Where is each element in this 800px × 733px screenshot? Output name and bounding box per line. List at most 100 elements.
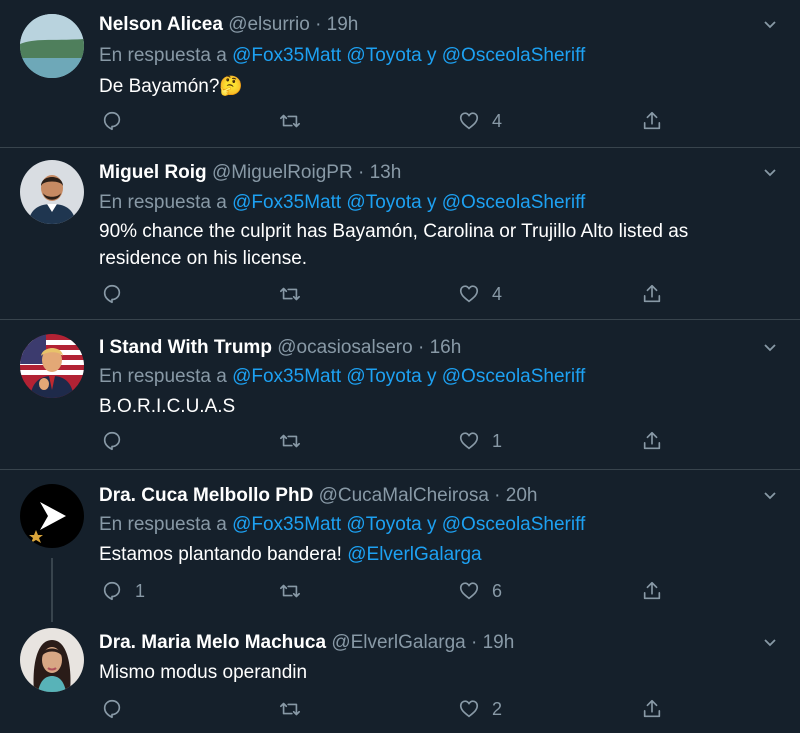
mention-link[interactable]: @OsceolaSheriff bbox=[442, 45, 586, 66]
author-name[interactable]: I Stand With Trump bbox=[99, 337, 272, 358]
tweet[interactable]: Dra. Maria Melo Machuca @ElverlGalarga ·… bbox=[0, 616, 800, 733]
retweet-button[interactable] bbox=[279, 578, 313, 604]
like-button[interactable]: 1 bbox=[458, 428, 502, 454]
share-button[interactable] bbox=[641, 428, 663, 454]
mention-link[interactable]: @OsceolaSheriff bbox=[442, 366, 586, 387]
mention-link[interactable]: @ElverlGalarga bbox=[347, 544, 481, 565]
reply-context: En respuesta a @Fox35Matt @Toyota y @Osc… bbox=[99, 192, 585, 214]
reply-button[interactable] bbox=[101, 696, 135, 722]
avatar[interactable] bbox=[20, 484, 84, 548]
like-count: 2 bbox=[492, 698, 503, 719]
mention-joiner: y bbox=[426, 45, 437, 66]
mention-link[interactable]: @Fox35Matt bbox=[232, 514, 341, 535]
chevron-down-icon[interactable] bbox=[762, 339, 778, 355]
reply-button[interactable] bbox=[101, 428, 135, 454]
chevron-down-icon[interactable] bbox=[762, 487, 778, 503]
avatar[interactable] bbox=[20, 14, 84, 78]
separator-dot: · bbox=[494, 485, 501, 506]
avatar[interactable] bbox=[20, 628, 84, 692]
tweet-time[interactable]: 19h bbox=[327, 14, 359, 35]
reply-prefix: En respuesta a bbox=[99, 366, 227, 387]
reply-button[interactable] bbox=[101, 281, 135, 307]
reply-context: En respuesta a @Fox35Matt @Toyota y @Osc… bbox=[99, 514, 585, 536]
author-name[interactable]: Dra. Cuca Melbollo PhD bbox=[99, 485, 313, 506]
share-icon bbox=[643, 431, 661, 450]
tweet[interactable]: I Stand With Trump @ocasiosalsero · 16h … bbox=[0, 320, 800, 470]
retweet-button[interactable] bbox=[279, 428, 313, 454]
tweet-text: Estamos plantando bandera! @ElverlGalarg… bbox=[99, 541, 759, 568]
tweet[interactable]: Dra. Cuca Melbollo PhD @CucaMalCheirosa … bbox=[0, 470, 800, 616]
tweet-actions: 4 bbox=[101, 281, 681, 307]
like-icon bbox=[459, 432, 479, 450]
reply-prefix: En respuesta a bbox=[99, 45, 227, 66]
mention-link[interactable]: @Toyota bbox=[346, 192, 421, 213]
tweet-text: De Bayamón?🤔 bbox=[99, 73, 759, 100]
tweet[interactable]: Miguel Roig @MiguelRoigPR · 13h En respu… bbox=[0, 148, 800, 320]
author-handle[interactable]: @ElverlGalarga bbox=[331, 632, 465, 653]
avatar[interactable] bbox=[20, 160, 84, 224]
mention-link[interactable]: @Toyota bbox=[346, 45, 421, 66]
share-icon bbox=[643, 581, 661, 600]
tweet-time[interactable]: 19h bbox=[483, 632, 515, 653]
tweet-time[interactable]: 13h bbox=[370, 162, 402, 183]
like-button[interactable]: 4 bbox=[458, 281, 502, 307]
like-count: 4 bbox=[492, 110, 503, 131]
separator-dot: · bbox=[357, 162, 365, 183]
like-button[interactable]: 2 bbox=[458, 696, 502, 722]
tweet-text-body: Estamos plantando bandera! bbox=[99, 544, 342, 565]
tweet-text-body: De Bayamón? bbox=[99, 76, 220, 97]
tweet-text: B.O.R.I.C.U.A.S bbox=[99, 396, 236, 417]
mention-link[interactable]: @Toyota bbox=[346, 366, 421, 387]
tweet-time[interactable]: 16h bbox=[430, 337, 462, 358]
share-icon bbox=[643, 284, 661, 303]
share-button[interactable] bbox=[641, 696, 663, 722]
retweet-button[interactable] bbox=[279, 281, 313, 307]
share-icon bbox=[643, 699, 661, 718]
mention-joiner: y bbox=[426, 192, 437, 213]
retweet-icon bbox=[280, 434, 300, 448]
mention-link[interactable]: @OsceolaSheriff bbox=[442, 192, 586, 213]
mention-joiner: y bbox=[426, 366, 437, 387]
author-name[interactable]: Dra. Maria Melo Machuca bbox=[99, 632, 326, 653]
tweet[interactable]: Nelson Alicea @elsurrio · 19h En respues… bbox=[0, 0, 800, 148]
author-handle[interactable]: @elsurrio bbox=[228, 14, 310, 35]
tweet-actions: 4 bbox=[101, 108, 681, 134]
author-name[interactable]: Nelson Alicea bbox=[99, 14, 223, 35]
chevron-down-icon[interactable] bbox=[762, 634, 778, 650]
reply-button[interactable]: 1 bbox=[101, 578, 145, 604]
retweet-button[interactable] bbox=[279, 108, 313, 134]
like-icon bbox=[459, 700, 479, 718]
mention-link[interactable]: @Toyota bbox=[346, 514, 421, 535]
share-button[interactable] bbox=[641, 108, 663, 134]
author-handle[interactable]: @MiguelRoigPR bbox=[212, 162, 353, 183]
author-handle[interactable]: @CucaMalCheirosa bbox=[319, 485, 489, 506]
reply-prefix: En respuesta a bbox=[99, 514, 227, 535]
mention-link[interactable]: @Fox35Matt bbox=[232, 45, 341, 66]
retweet-icon bbox=[280, 702, 300, 716]
share-button[interactable] bbox=[641, 578, 663, 604]
reply-context: En respuesta a @Fox35Matt @Toyota y @Osc… bbox=[99, 45, 585, 67]
like-icon bbox=[459, 112, 479, 130]
like-button[interactable]: 4 bbox=[458, 108, 502, 134]
mention-link[interactable]: @OsceolaSheriff bbox=[442, 514, 586, 535]
tweet-time[interactable]: 20h bbox=[506, 485, 538, 506]
tweet-actions: 2 bbox=[101, 696, 681, 722]
reply-icon bbox=[103, 431, 121, 451]
mention-link[interactable]: @Fox35Matt bbox=[232, 192, 341, 213]
reply-icon bbox=[103, 581, 121, 601]
separator-dot: · bbox=[417, 337, 425, 358]
reply-button[interactable] bbox=[101, 108, 135, 134]
chevron-down-icon[interactable] bbox=[762, 164, 778, 180]
retweet-button[interactable] bbox=[279, 696, 313, 722]
author-handle[interactable]: @ocasiosalsero bbox=[277, 337, 412, 358]
avatar[interactable] bbox=[20, 334, 84, 398]
author-name[interactable]: Miguel Roig bbox=[99, 162, 207, 183]
share-icon bbox=[643, 111, 661, 130]
mention-link[interactable]: @Fox35Matt bbox=[232, 366, 341, 387]
like-icon bbox=[459, 285, 479, 303]
chevron-down-icon[interactable] bbox=[762, 16, 778, 32]
separator-dot: · bbox=[471, 632, 478, 653]
share-button[interactable] bbox=[641, 281, 663, 307]
reply-prefix: En respuesta a bbox=[99, 192, 227, 213]
like-button[interactable]: 6 bbox=[458, 578, 502, 604]
